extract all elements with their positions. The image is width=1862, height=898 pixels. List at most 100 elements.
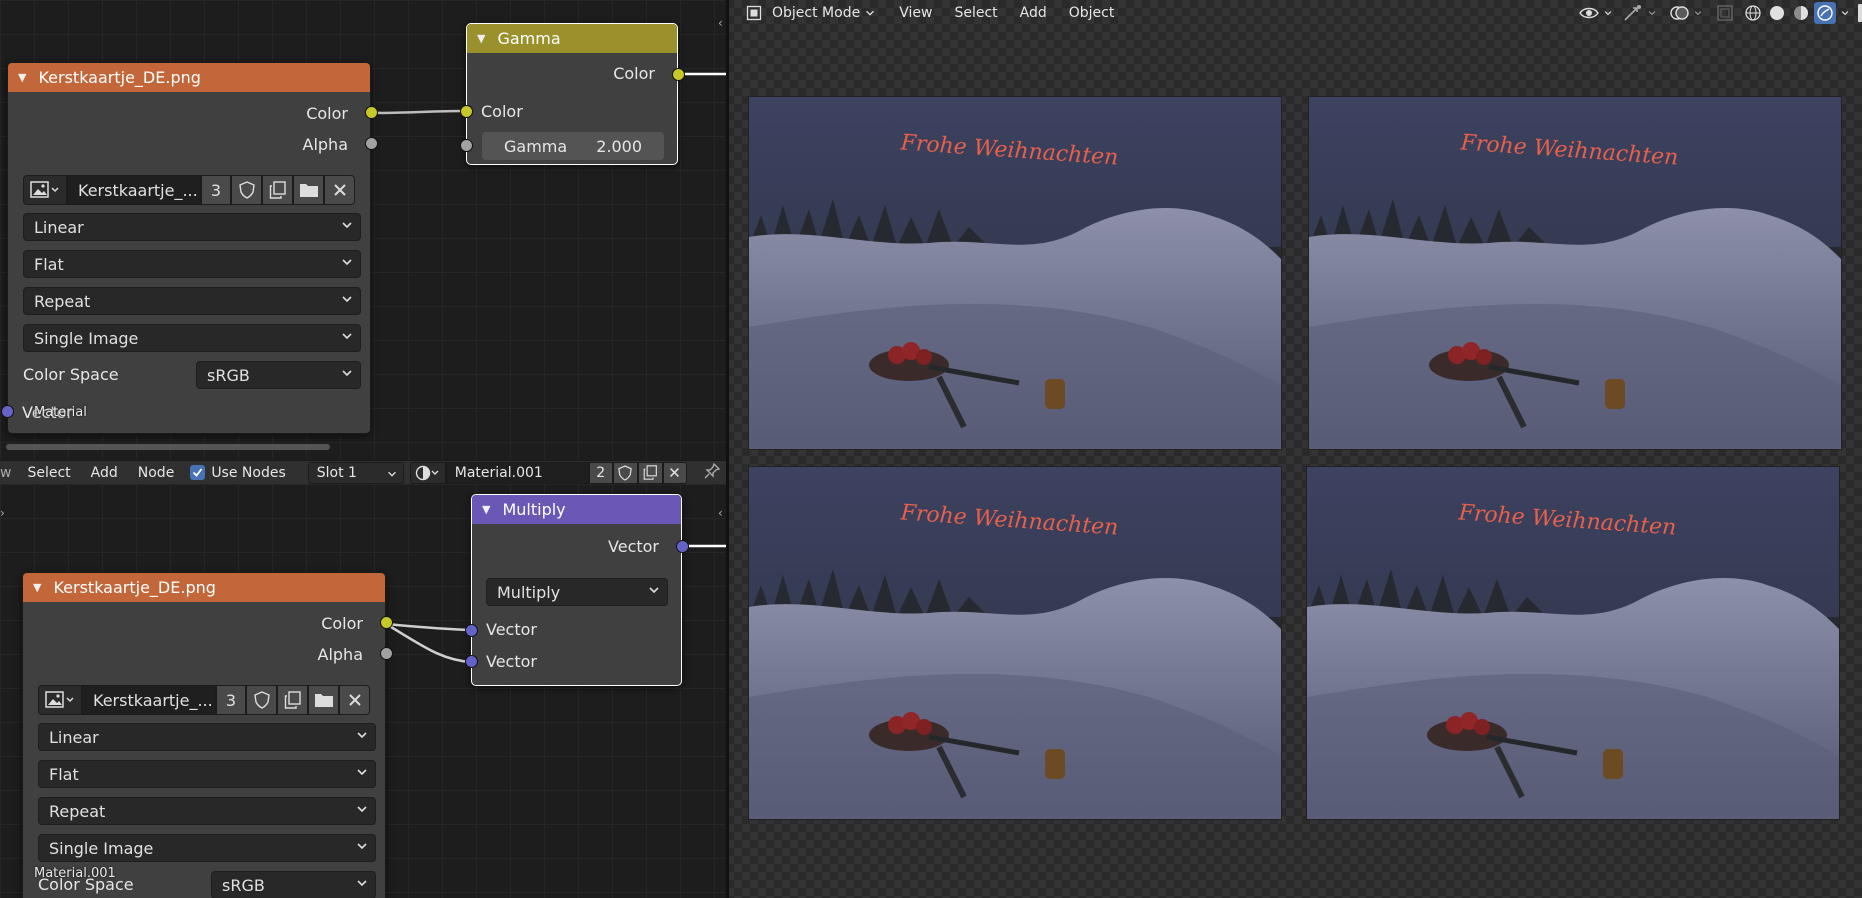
vector1-input-socket[interactable] xyxy=(465,624,478,637)
node-header[interactable]: ▼ Multiply xyxy=(472,495,681,524)
solid-shading-icon[interactable] xyxy=(1766,2,1788,24)
viewport-header: Object Mode View Select Add Object xyxy=(726,0,1862,26)
output-color-label: Color xyxy=(306,104,348,123)
gamma-input-socket[interactable] xyxy=(460,139,473,152)
christmas-card-image: Frohe Weihnachten xyxy=(1307,467,1839,819)
chevron-right-icon[interactable]: › xyxy=(0,506,5,520)
chevron-down-icon[interactable] xyxy=(1646,2,1658,24)
vector-input-socket[interactable] xyxy=(1,405,14,418)
image-name-field[interactable]: Kerstkaartje_... xyxy=(82,685,216,715)
viewport-header-right-tools xyxy=(1578,2,1862,24)
duplicate-image-button[interactable] xyxy=(262,175,293,205)
fake-user-button[interactable] xyxy=(612,461,638,484)
interpolation-dropdown[interactable]: Linear xyxy=(23,213,361,241)
alpha-output-socket[interactable] xyxy=(380,647,393,660)
chevron-left-icon[interactable]: ‹ xyxy=(718,506,723,520)
wireframe-shading-icon[interactable] xyxy=(1742,2,1764,24)
node-editor-top[interactable]: ▼ Kerstkaartje_DE.png Color Alpha Kerstk… xyxy=(0,0,726,460)
menu-add[interactable]: Add xyxy=(81,465,128,481)
interpolation-dropdown[interactable]: Linear xyxy=(38,723,376,751)
unlink-image-button[interactable] xyxy=(324,175,355,205)
use-nodes-checkbox[interactable]: Use Nodes xyxy=(190,465,286,481)
source-dropdown[interactable]: Single Image xyxy=(23,324,361,352)
projection-dropdown[interactable]: Flat xyxy=(38,760,376,788)
color-space-dropdown[interactable]: sRGB xyxy=(211,871,376,898)
3d-viewport[interactable]: Frohe Weihnachten Frohe Weihnachten Froh… xyxy=(726,0,1862,898)
gamma-node[interactable]: ▼ Gamma Color Color Gamma 2.000 xyxy=(460,23,685,165)
alpha-output-socket[interactable] xyxy=(365,137,378,150)
color-output-socket[interactable] xyxy=(672,68,685,81)
projection-dropdown[interactable]: Flat xyxy=(23,250,361,278)
checkmark-icon xyxy=(190,465,206,480)
chevron-left-icon[interactable]: ‹ xyxy=(718,16,723,30)
duplicate-material-button[interactable] xyxy=(637,461,663,484)
image-browse-button[interactable] xyxy=(38,685,82,715)
output-alpha-label: Alpha xyxy=(302,135,349,154)
gamma-value-field[interactable]: Gamma 2.000 xyxy=(482,132,664,160)
image-icon xyxy=(30,181,59,198)
extension-dropdown[interactable]: Repeat xyxy=(38,797,376,825)
extension-dropdown[interactable]: Repeat xyxy=(23,287,361,315)
collapse-triangle-icon[interactable]: ▼ xyxy=(18,71,26,84)
material-preview-shading-icon[interactable] xyxy=(1790,2,1812,24)
image-users-count[interactable]: 3 xyxy=(216,685,246,715)
material-browse-button[interactable] xyxy=(409,461,446,484)
object-mode-dropdown[interactable]: Object Mode xyxy=(740,3,882,23)
chevron-down-icon[interactable] xyxy=(1838,2,1852,24)
overlays-icon[interactable] xyxy=(1668,2,1690,24)
fake-user-button[interactable] xyxy=(231,175,262,205)
rendered-shading-icon[interactable] xyxy=(1814,2,1836,24)
area-split-handle[interactable] xyxy=(726,0,729,898)
input-color-label: Color xyxy=(481,102,523,121)
unlink-image-button[interactable] xyxy=(339,685,370,715)
menu-object[interactable]: Object xyxy=(1058,5,1126,21)
duplicate-image-button[interactable] xyxy=(277,685,308,715)
collapse-triangle-icon[interactable]: ▼ xyxy=(477,32,485,45)
operation-dropdown[interactable]: Multiply xyxy=(486,578,668,606)
menu-add[interactable]: Add xyxy=(1009,5,1058,21)
image-users-count[interactable]: 3 xyxy=(201,175,231,205)
image-texture-node[interactable]: ▼ Kerstkaartje_DE.png Color Alpha Kerstk… xyxy=(22,572,393,898)
node-editor-bottom[interactable]: ▼ Multiply Vector Multiply Vector Vector… xyxy=(0,484,726,898)
horizontal-scrollbar[interactable] xyxy=(6,444,330,450)
material-users-count[interactable]: 2 xyxy=(588,461,613,484)
open-image-button[interactable] xyxy=(293,175,324,205)
interpolation-value: Linear xyxy=(34,217,84,237)
menu-select[interactable]: Select xyxy=(943,5,1008,21)
chevron-down-icon[interactable] xyxy=(1602,2,1614,24)
material-name-field[interactable]: Material.001 xyxy=(445,461,589,484)
image-browse-button[interactable] xyxy=(23,175,67,205)
chevron-down-icon[interactable] xyxy=(1692,2,1704,24)
color-output-socket[interactable] xyxy=(380,616,393,629)
xray-icon[interactable] xyxy=(1714,2,1736,24)
visibility-eye-icon[interactable] xyxy=(1578,2,1600,24)
color-output-socket[interactable] xyxy=(365,106,378,119)
gizmo-icon[interactable] xyxy=(1622,2,1644,24)
slot-dropdown[interactable]: Slot 1 xyxy=(307,461,404,484)
collapse-triangle-icon[interactable]: ▼ xyxy=(33,581,41,594)
node-header[interactable]: ▼ Kerstkaartje_DE.png xyxy=(8,63,370,92)
collapse-triangle-icon[interactable]: ▼ xyxy=(482,503,490,516)
vector2-input-socket[interactable] xyxy=(465,655,478,668)
open-image-button[interactable] xyxy=(308,685,339,715)
source-dropdown[interactable]: Single Image xyxy=(38,834,376,862)
editor-material-label: Material xyxy=(34,405,87,420)
fake-user-button[interactable] xyxy=(246,685,277,715)
menu-view[interactable]: View xyxy=(888,5,943,21)
color-space-dropdown[interactable]: sRGB xyxy=(196,361,361,389)
vector-output-socket[interactable] xyxy=(676,540,689,553)
sidebar-toggle[interactable] xyxy=(1858,4,1862,22)
output-alpha-label: Alpha xyxy=(317,645,364,664)
pin-icon[interactable] xyxy=(703,462,721,484)
vector-math-multiply-node[interactable]: ▼ Multiply Vector Multiply Vector Vector xyxy=(465,494,689,686)
node-header[interactable]: ▼ Gamma xyxy=(467,24,677,53)
image-texture-node[interactable]: ▼ Kerstkaartje_DE.png Color Alpha Kerstk… xyxy=(1,62,378,434)
chevron-down-icon xyxy=(342,222,352,229)
node-header[interactable]: ▼ Kerstkaartje_DE.png xyxy=(23,573,385,602)
menu-node[interactable]: Node xyxy=(128,465,185,481)
image-name-field[interactable]: Kerstkaartje_... xyxy=(67,175,201,205)
menu-select[interactable]: Select xyxy=(17,465,80,481)
color-input-socket[interactable] xyxy=(460,105,473,118)
unlink-material-button[interactable] xyxy=(662,461,687,484)
close-icon xyxy=(348,694,361,706)
